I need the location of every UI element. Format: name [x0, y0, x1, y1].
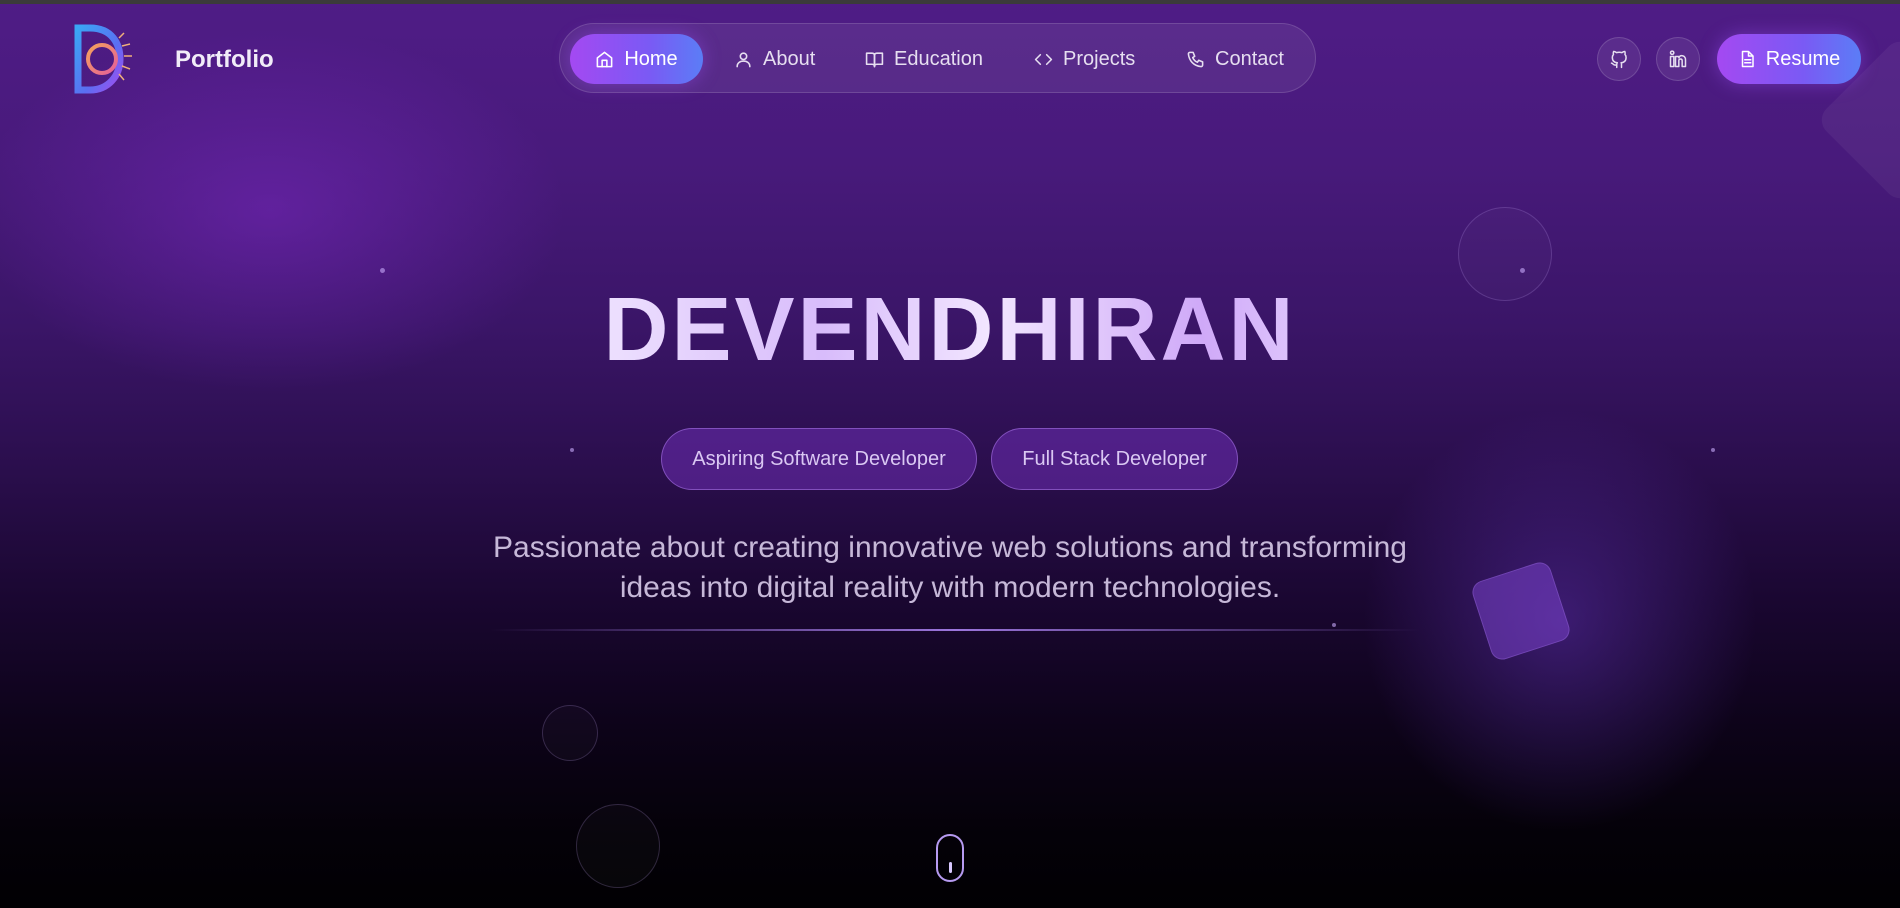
- nav-education[interactable]: Education: [865, 34, 983, 84]
- resume-button-label: Resume: [1765, 47, 1841, 70]
- bubble-decoration: [1458, 207, 1552, 301]
- nav-home-label: Home: [624, 47, 678, 70]
- linkedin-button[interactable]: [1656, 37, 1700, 81]
- nav-education-label: Education: [894, 47, 983, 70]
- home-icon: [596, 51, 613, 67]
- bubble-decoration: [542, 705, 598, 761]
- logo[interactable]: [72, 24, 134, 94]
- scroll-wheel: [949, 862, 952, 873]
- hero-divider: [490, 629, 1420, 631]
- nav-home[interactable]: Home: [570, 34, 703, 84]
- hero-name: DEVENDHIRAN: [530, 280, 1370, 380]
- nav-projects[interactable]: Projects: [1034, 34, 1135, 84]
- role-chip: Aspiring Software Developer: [661, 428, 977, 490]
- github-icon: [1610, 50, 1627, 69]
- browser-top-border: [0, 0, 1900, 4]
- role-chip-label: Aspiring Software Developer: [692, 447, 946, 470]
- sparkle-dot: [1332, 623, 1336, 627]
- resume-button[interactable]: Resume: [1717, 34, 1861, 84]
- github-button[interactable]: [1597, 37, 1641, 81]
- scroll-indicator-icon[interactable]: [936, 834, 964, 882]
- code-icon: [1034, 53, 1053, 65]
- role-chip: Full Stack Developer: [991, 428, 1238, 490]
- phone-icon: [1187, 51, 1204, 67]
- tagline-line: Passionate about creating innovative web…: [493, 531, 1407, 564]
- floating-square-decoration: [1469, 559, 1573, 663]
- nav-contact-label: Contact: [1215, 47, 1284, 70]
- sparkle-dot: [1711, 448, 1715, 452]
- sparkle-dot: [380, 268, 385, 273]
- nav-about-label: About: [763, 47, 816, 70]
- hero-tagline: Passionate about creating innovative web…: [470, 528, 1430, 608]
- nav-contact[interactable]: Contact: [1186, 34, 1284, 84]
- user-icon: [736, 51, 751, 67]
- document-icon: [1741, 50, 1754, 68]
- bubble-decoration: [576, 804, 660, 888]
- linkedin-icon: [1669, 50, 1687, 68]
- sparkle-dot: [570, 448, 574, 452]
- brand-name[interactable]: Portfolio: [175, 46, 274, 74]
- sparkle-dot: [1520, 268, 1525, 273]
- portfolio-page: Portfolio Home About Education Projects …: [0, 0, 1900, 908]
- nav-projects-label: Projects: [1063, 47, 1136, 70]
- nav-about[interactable]: About: [734, 34, 815, 84]
- book-icon: [865, 51, 884, 67]
- tagline-line: ideas into digital reality with modern t…: [619, 571, 1281, 604]
- role-chip-label: Full Stack Developer: [1022, 447, 1207, 470]
